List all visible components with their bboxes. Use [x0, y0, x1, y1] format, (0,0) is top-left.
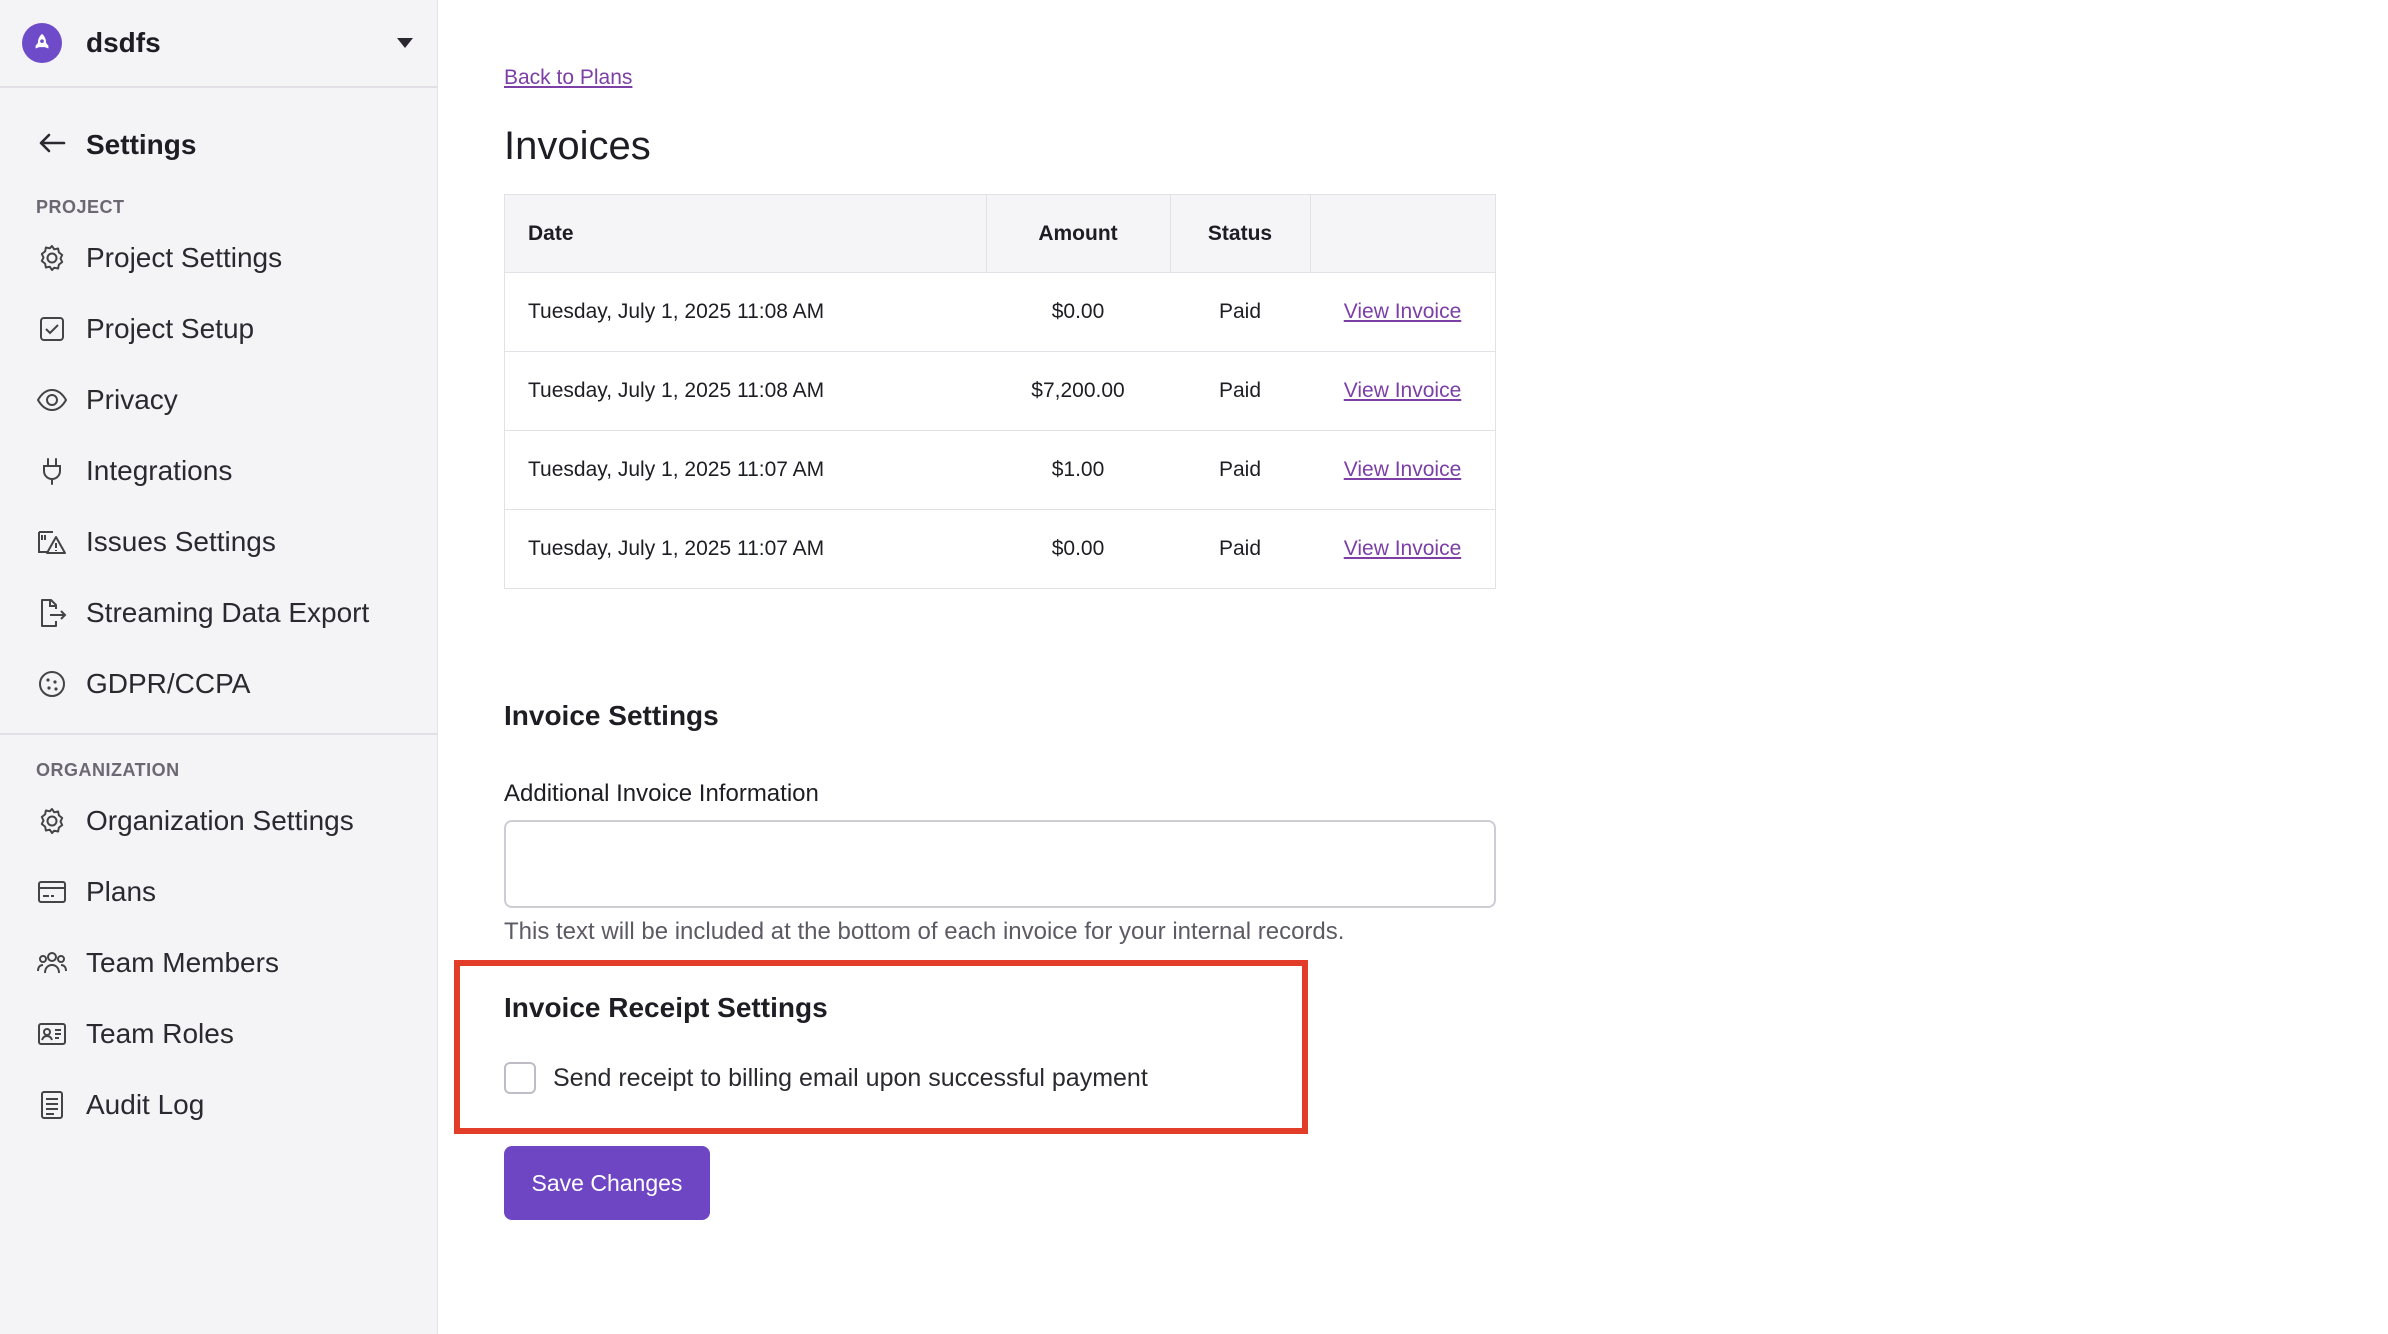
column-header-date[interactable]: Date [504, 194, 987, 273]
send-receipt-label[interactable]: Send receipt to billing email upon succe… [553, 1064, 1148, 1093]
sidebar-item-organization-settings[interactable]: Organization Settings [0, 785, 437, 856]
rocket-icon [22, 23, 62, 63]
invoice-status: Paid [1170, 351, 1310, 431]
back-to-plans-link[interactable]: Back to Plans [504, 66, 632, 90]
invoice-amount: $1.00 [986, 430, 1170, 510]
invoices-table: Date Amount Status Tuesday, July 1, 2025… [504, 194, 1496, 589]
sidebar-item-label: Project Settings [86, 241, 283, 273]
column-header-amount[interactable]: Amount [986, 194, 1171, 273]
sidebar-item-integrations[interactable]: Integrations [0, 435, 437, 506]
sidebar-item-project-setup[interactable]: Project Setup [0, 293, 437, 364]
highlight-box [454, 960, 1308, 1134]
table-row: Tuesday, July 1, 2025 11:07 AM $0.00 Pai… [504, 509, 1496, 589]
sidebar-item-label: Team Members [86, 946, 279, 978]
table-row: Tuesday, July 1, 2025 11:07 AM $1.00 Pai… [504, 430, 1496, 510]
sidebar-item-label: Audit Log [86, 1088, 205, 1120]
divider [0, 733, 437, 735]
invoice-receipt-heading: Invoice Receipt Settings [504, 992, 828, 1023]
invoice-actions: View Invoice [1310, 430, 1496, 510]
invoice-settings-heading: Invoice Settings [504, 700, 719, 731]
gear-icon [40, 807, 64, 834]
issues-icon [38, 530, 66, 554]
table-row: Tuesday, July 1, 2025 11:08 AM $0.00 Pai… [504, 272, 1496, 352]
sidebar-item-project-settings[interactable]: Project Settings [0, 222, 437, 293]
sidebar-item-label: GDPR/CCPA [86, 667, 251, 699]
save-changes-button[interactable]: Save Changes [504, 1146, 710, 1220]
settings-label: Settings [86, 129, 197, 160]
invoice-date: Tuesday, July 1, 2025 11:08 AM [504, 272, 986, 352]
additional-info-helper: This text will be included at the bottom… [504, 918, 1345, 945]
checkbox-icon [40, 316, 64, 341]
sidebar-item-privacy[interactable]: Privacy [0, 364, 437, 435]
additional-info-label: Additional Invoice Information [504, 780, 819, 807]
users-icon [37, 951, 67, 973]
sidebar-item-label: Team Roles [86, 1017, 234, 1049]
invoice-actions: View Invoice [1310, 272, 1496, 352]
page-title: Invoices [504, 124, 651, 168]
back-to-settings[interactable]: Settings [0, 120, 437, 170]
table-header-row: Date Amount Status [504, 194, 1496, 273]
invoice-amount: $0.00 [986, 272, 1170, 352]
project-switcher[interactable]: dsdfs [0, 0, 437, 88]
arrow-left-icon [36, 127, 68, 164]
view-invoice-link[interactable]: View Invoice [1344, 458, 1462, 481]
sidebar-item-label: Integrations [86, 454, 233, 486]
sidebar-item-audit-log[interactable]: Audit Log [0, 1069, 437, 1140]
section-label-organization: ORGANIZATION [36, 760, 180, 780]
invoice-date: Tuesday, July 1, 2025 11:08 AM [504, 351, 986, 431]
sidebar-item-gdpr-ccpa[interactable]: GDPR/CCPA [0, 648, 437, 719]
view-invoice-link[interactable]: View Invoice [1344, 379, 1462, 402]
invoice-amount: $7,200.00 [986, 351, 1170, 431]
invoice-status: Paid [1170, 272, 1310, 352]
column-header-status[interactable]: Status [1170, 194, 1311, 273]
sidebar-item-plans[interactable]: Plans [0, 856, 437, 927]
sidebar-item-label: Plans [86, 875, 157, 907]
additional-info-input[interactable] [504, 820, 1496, 908]
invoice-date: Tuesday, July 1, 2025 11:07 AM [504, 509, 986, 589]
id-card-icon [38, 1022, 66, 1045]
column-header-actions [1310, 194, 1496, 273]
invoice-status: Paid [1170, 430, 1310, 510]
sidebar-item-issues-settings[interactable]: Issues Settings [0, 506, 437, 577]
send-receipt-checkbox[interactable] [504, 1062, 536, 1094]
chevron-down-icon[interactable] [397, 38, 413, 48]
section-label-project: PROJECT [36, 197, 125, 217]
sidebar-item-streaming-data-export[interactable]: Streaming Data Export [0, 577, 437, 648]
plug-icon [43, 457, 61, 485]
invoice-date: Tuesday, July 1, 2025 11:07 AM [504, 430, 986, 510]
invoice-actions: View Invoice [1310, 351, 1496, 431]
export-icon [41, 598, 67, 627]
sidebar-item-label: Organization Settings [86, 804, 354, 836]
view-invoice-link[interactable]: View Invoice [1344, 300, 1462, 323]
cookie-icon [39, 670, 65, 697]
sidebar-item-label: Privacy [86, 383, 178, 415]
document-icon [41, 1090, 63, 1119]
invoice-status: Paid [1170, 509, 1310, 589]
credit-card-icon [38, 880, 66, 903]
sidebar-item-label: Project Setup [86, 312, 255, 344]
sidebar: dsdfs Settings PROJECT Project Settings … [0, 0, 438, 1334]
project-name: dsdfs [86, 27, 161, 58]
view-invoice-link[interactable]: View Invoice [1344, 537, 1462, 560]
sidebar-item-label: Issues Settings [86, 525, 276, 557]
invoice-actions: View Invoice [1310, 509, 1496, 589]
table-row: Tuesday, July 1, 2025 11:08 AM $7,200.00… [504, 351, 1496, 431]
sidebar-item-label: Streaming Data Export [86, 596, 370, 628]
send-receipt-option[interactable]: Send receipt to billing email upon succe… [504, 1062, 1148, 1094]
invoice-amount: $0.00 [986, 509, 1170, 589]
sidebar-item-team-members[interactable]: Team Members [0, 927, 437, 998]
eye-icon [36, 388, 68, 411]
gear-icon [40, 244, 64, 271]
sidebar-item-team-roles[interactable]: Team Roles [0, 998, 437, 1069]
